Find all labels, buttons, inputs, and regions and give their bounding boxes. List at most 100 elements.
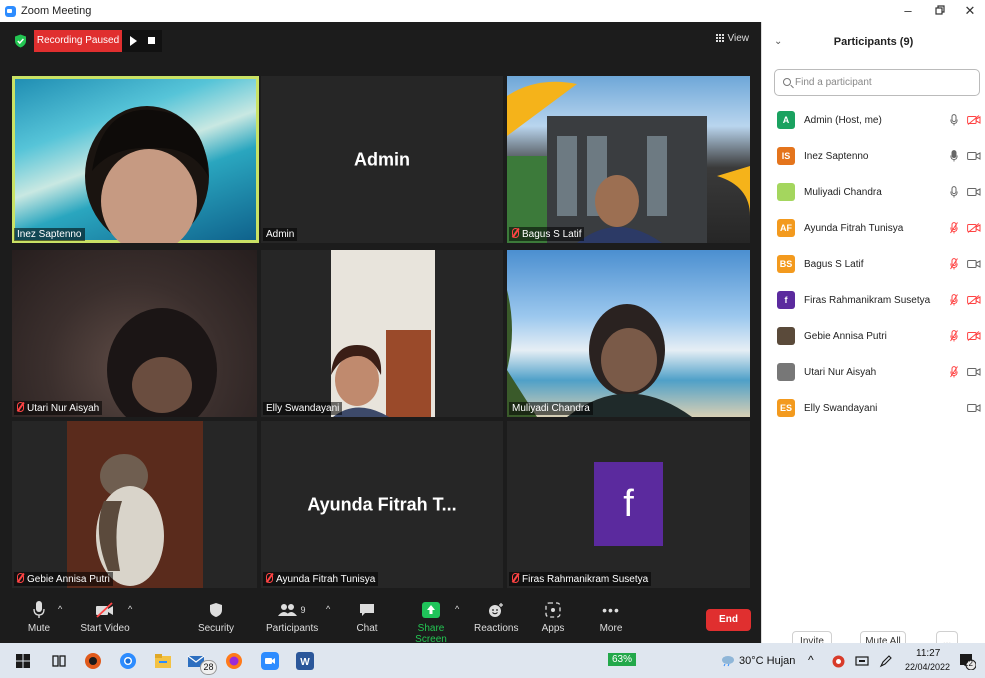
- mute-button[interactable]: Mute: [22, 600, 56, 634]
- video-tile[interactable]: Muliyadi Chandra: [507, 250, 750, 417]
- more-button[interactable]: ••• More: [596, 600, 626, 634]
- minimize-button[interactable]: –: [893, 3, 923, 19]
- security-shield-icon: [210, 603, 222, 617]
- muted-mic-icon: [512, 573, 519, 583]
- participant-avatar: f: [777, 291, 795, 309]
- tray-overflow-caret-icon[interactable]: ^: [808, 653, 814, 667]
- participant-avatar: IS: [777, 147, 795, 165]
- task-view-icon[interactable]: [50, 652, 68, 670]
- video-tile[interactable]: Ayunda Fitrah T... Ayunda Fitrah Tunisya: [261, 421, 503, 588]
- title-bar: Zoom Meeting – ✕: [0, 0, 985, 22]
- chrome-icon[interactable]: [119, 652, 137, 670]
- participant-name: Bagus S Latif: [804, 259, 864, 270]
- more-dots-icon: •••: [602, 602, 620, 618]
- muted-mic-icon[interactable]: [950, 330, 958, 342]
- video-tile[interactable]: Elly Swandayani: [261, 250, 503, 417]
- windows-start-icon[interactable]: [14, 652, 32, 670]
- microphone-icon[interactable]: [950, 150, 958, 162]
- video-off-icon[interactable]: [967, 115, 981, 125]
- video-tile[interactable]: Utari Nur Aisyah: [12, 250, 257, 417]
- pen-tray-icon[interactable]: [879, 654, 893, 668]
- start-video-button[interactable]: Start Video: [80, 600, 130, 634]
- participant-row[interactable]: f Firas Rahmanikram Susetya: [762, 285, 985, 321]
- participant-video: [331, 250, 435, 417]
- antivirus-tray-icon[interactable]: [832, 655, 845, 668]
- end-meeting-button[interactable]: End: [706, 609, 751, 631]
- security-button[interactable]: Security: [196, 600, 236, 634]
- participants-panel: ⌄ Participants (9) Find a participant AA…: [761, 22, 985, 653]
- apps-button[interactable]: Apps: [538, 600, 568, 634]
- battery-indicator[interactable]: 63%: [608, 653, 637, 666]
- video-tile[interactable]: f Firas Rahmanikram Susetya: [507, 421, 750, 588]
- video-off-icon[interactable]: [967, 295, 981, 305]
- windows-taskbar: 28 W 63% 30°C Hujan ^ 11:27 22/04/2022 2…: [0, 643, 985, 678]
- muted-mic-icon[interactable]: [950, 366, 958, 378]
- restore-icon: [935, 5, 945, 15]
- video-off-icon[interactable]: [967, 223, 981, 233]
- reactions-button[interactable]: Reactions: [474, 600, 518, 634]
- muted-mic-icon[interactable]: [950, 258, 958, 270]
- participant-row[interactable]: A Admin (Host, me): [762, 105, 985, 141]
- muted-mic-icon: [512, 228, 519, 238]
- stop-recording-icon[interactable]: [148, 37, 155, 44]
- network-tray-icon[interactable]: [855, 655, 869, 667]
- recording-indicator: Recording Paused: [34, 30, 162, 52]
- participant-search-input[interactable]: Find a participant: [774, 69, 980, 96]
- firefox-icon[interactable]: [225, 652, 243, 670]
- participant-row[interactable]: Gebie Annisa Putri: [762, 321, 985, 357]
- video-camera-icon[interactable]: [967, 403, 981, 413]
- close-button[interactable]: ✕: [955, 3, 985, 19]
- share-screen-icon: [422, 602, 440, 618]
- video-options-caret[interactable]: ^: [128, 604, 132, 614]
- taskbar-clock-time[interactable]: 11:27: [916, 648, 940, 659]
- video-camera-icon[interactable]: [967, 367, 981, 377]
- participants-button[interactable]: 9 Participants: [266, 600, 318, 634]
- video-tile[interactable]: Admin Admin: [261, 76, 503, 243]
- participant-name: Elly Swandayani: [804, 403, 878, 414]
- participants-options-caret[interactable]: ^: [326, 604, 330, 614]
- muted-mic-icon[interactable]: [950, 294, 958, 306]
- video-camera-icon[interactable]: [967, 259, 981, 269]
- view-button[interactable]: View: [715, 33, 749, 44]
- taskbar-clock-date[interactable]: 22/04/2022: [905, 662, 950, 672]
- share-screen-button[interactable]: Share Screen: [402, 600, 460, 645]
- zoom-taskbar-icon[interactable]: [261, 652, 279, 670]
- participant-row[interactable]: AF Ayunda Fitrah Tunisya: [762, 213, 985, 249]
- audio-options-caret[interactable]: ^: [58, 604, 62, 614]
- weather-text[interactable]: 30°C Hujan: [739, 655, 795, 667]
- participant-name-tag: Utari Nur Aisyah: [14, 401, 103, 415]
- video-tile[interactable]: Inez Saptenno: [12, 76, 259, 243]
- video-camera-icon[interactable]: [967, 151, 981, 161]
- microphone-icon[interactable]: [950, 186, 958, 198]
- participant-row[interactable]: Muliyadi Chandra: [762, 177, 985, 213]
- participant-row[interactable]: ES Elly Swandayani: [762, 393, 985, 429]
- video-tile[interactable]: Gebie Annisa Putri: [12, 421, 257, 588]
- restore-button[interactable]: [925, 3, 955, 19]
- resume-recording-icon[interactable]: [130, 36, 137, 46]
- participant-avatar: A: [777, 111, 795, 129]
- encryption-shield-icon[interactable]: [14, 34, 27, 48]
- video-tile[interactable]: Bagus S Latif: [507, 76, 750, 243]
- participant-row[interactable]: BS Bagus S Latif: [762, 249, 985, 285]
- participant-name: Inez Saptenno: [804, 151, 869, 162]
- participant-row[interactable]: IS Inez Saptenno: [762, 141, 985, 177]
- share-options-caret[interactable]: ^: [455, 604, 459, 614]
- microphone-icon[interactable]: [950, 114, 958, 126]
- participants-icon: [278, 604, 298, 616]
- participant-avatar: ES: [777, 399, 795, 417]
- chat-button[interactable]: Chat: [352, 600, 382, 634]
- participant-video: [507, 290, 692, 417]
- mail-badge: 28: [200, 660, 217, 675]
- muted-mic-icon[interactable]: [950, 222, 958, 234]
- participant-row[interactable]: Utari Nur Aisyah: [762, 357, 985, 393]
- recording-status-label: Recording Paused: [34, 30, 122, 52]
- media-app-icon[interactable]: [84, 652, 102, 670]
- word-icon[interactable]: W: [296, 652, 314, 670]
- video-off-icon: [96, 602, 113, 618]
- participant-name: Utari Nur Aisyah: [804, 367, 877, 378]
- video-off-icon[interactable]: [967, 331, 981, 341]
- zoom-app-icon: [5, 6, 16, 17]
- file-explorer-icon[interactable]: [154, 652, 172, 670]
- video-camera-icon[interactable]: [967, 187, 981, 197]
- participants-panel-title: Participants (9): [833, 36, 914, 48]
